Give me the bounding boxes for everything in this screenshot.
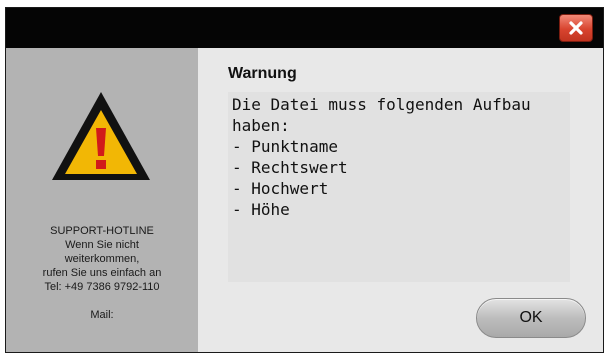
support-info: SUPPORT-HOTLINE Wenn Sie nicht weiterkom… [10,224,194,322]
close-icon [569,21,583,35]
support-mail: Mail: [90,309,114,321]
ok-button[interactable]: OK [476,298,586,338]
support-line: weiterkommen, [64,253,140,265]
support-line: Wenn Sie nicht [65,239,139,251]
title-bar [6,8,603,48]
dialog-title: Warnung [228,65,297,82]
message-box: Die Datei muss folgenden Aufbau haben: -… [228,92,570,282]
support-phone: Tel: +49 7386 9792-110 [44,281,160,293]
message-area: Warnung Die Datei muss folgenden Aufbau … [198,48,603,352]
warning-icon [52,92,150,180]
support-heading: SUPPORT-HOTLINE [50,225,154,237]
support-line: rufen Sie uns einfach an [42,267,162,279]
dialog-message: Die Datei muss folgenden Aufbau haben: -… [232,95,531,219]
warning-dialog: SUPPORT-HOTLINE Wenn Sie nicht weiterkom… [5,7,604,353]
support-panel: SUPPORT-HOTLINE Wenn Sie nicht weiterkom… [6,48,198,352]
close-button[interactable] [559,14,593,42]
